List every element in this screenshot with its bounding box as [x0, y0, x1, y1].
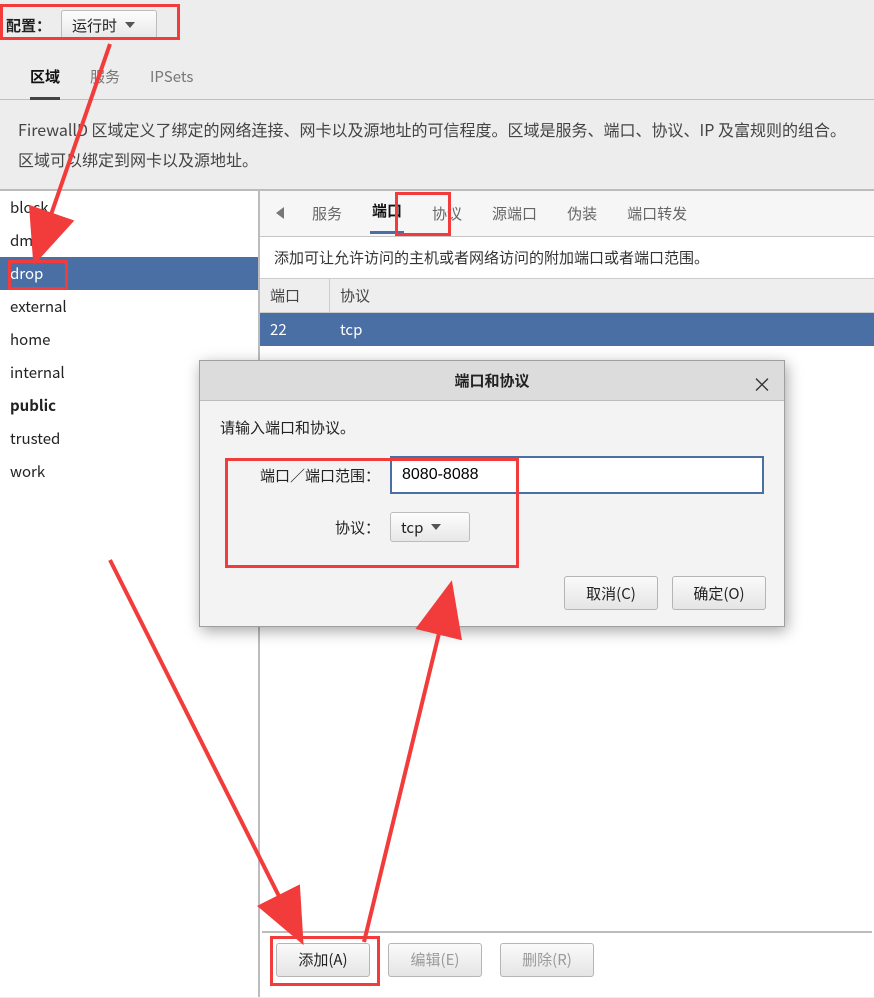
inner-tab-port-forward[interactable]: 端口转发 [625, 197, 689, 230]
config-label: 配置： [6, 15, 51, 36]
table-row[interactable]: 22 tcp [260, 313, 874, 346]
config-combo[interactable]: 运行时 [61, 10, 157, 40]
protocol-label: 协议： [220, 517, 390, 538]
dialog-titlebar[interactable]: 端口和协议 × [200, 361, 784, 401]
app-window: 配置： 运行时 区域 服务 IPSets FirewallD 区域定义了绑定的网… [0, 0, 874, 998]
chevron-down-icon [125, 22, 135, 28]
inner-tab-masquerade[interactable]: 伪装 [565, 197, 599, 230]
tab-zones[interactable]: 区域 [30, 62, 60, 100]
add-button[interactable]: 添加(A) [276, 943, 370, 977]
config-combo-value: 运行时 [72, 15, 117, 36]
col-port[interactable]: 端口 [260, 279, 330, 312]
port-range-label: 端口／端口范围： [220, 465, 390, 486]
dialog-title: 端口和协议 [454, 370, 529, 391]
tabs-scroll-left-icon[interactable] [276, 207, 284, 219]
dialog-description: 请输入端口和协议。 [220, 417, 764, 438]
port-range-input[interactable] [390, 456, 764, 494]
top-bar: 配置： 运行时 [0, 0, 874, 50]
zone-item[interactable]: home [0, 323, 258, 356]
col-protocol[interactable]: 协议 [330, 279, 380, 312]
inner-tab-services[interactable]: 服务 [310, 197, 344, 230]
zone-item-selected[interactable]: drop [0, 257, 258, 290]
inner-tab-source-ports[interactable]: 源端口 [490, 197, 539, 230]
chevron-down-icon [431, 524, 441, 530]
close-icon[interactable]: × [752, 369, 772, 398]
tab-ipsets[interactable]: IPSets [150, 62, 193, 99]
inner-tab-protocols[interactable]: 协议 [430, 197, 464, 230]
edit-button[interactable]: 编辑(E) [388, 943, 482, 977]
cancel-button[interactable]: 取消(C) [564, 576, 658, 610]
zone-item[interactable]: external [0, 290, 258, 323]
tab-services[interactable]: 服务 [90, 62, 120, 99]
action-bar: 添加(A) 编辑(E) 删除(R) [262, 931, 872, 987]
remove-button[interactable]: 删除(R) [500, 943, 594, 977]
zone-description: FirewallD 区域定义了绑定的网络连接、网卡以及源地址的可信程度。区域是服… [0, 100, 874, 189]
dialog-body: 请输入端口和协议。 端口／端口范围： 协议： tcp [200, 401, 784, 570]
ok-button[interactable]: 确定(O) [672, 576, 766, 610]
dialog-actions: 取消(C) 确定(O) [200, 570, 784, 626]
ports-table-header: 端口 协议 [260, 278, 874, 313]
inner-tabs: 服务 端口 协议 源端口 伪装 端口转发 [260, 191, 874, 237]
protocol-combo[interactable]: tcp [390, 512, 470, 542]
zone-item[interactable]: block [0, 191, 258, 224]
protocol-combo-value: tcp [401, 517, 423, 538]
ports-description: 添加可让允许访问的主机或者网络访问的附加端口或者端口范围。 [260, 237, 874, 278]
port-protocol-dialog: 端口和协议 × 请输入端口和协议。 端口／端口范围： 协议： tcp 取消(C)… [199, 360, 785, 627]
inner-tab-ports[interactable]: 端口 [370, 194, 404, 234]
cell-port: 22 [270, 319, 340, 340]
zone-item[interactable]: dmz [0, 224, 258, 257]
main-tabs: 区域 服务 IPSets [0, 50, 874, 100]
cell-protocol: tcp [340, 319, 362, 340]
